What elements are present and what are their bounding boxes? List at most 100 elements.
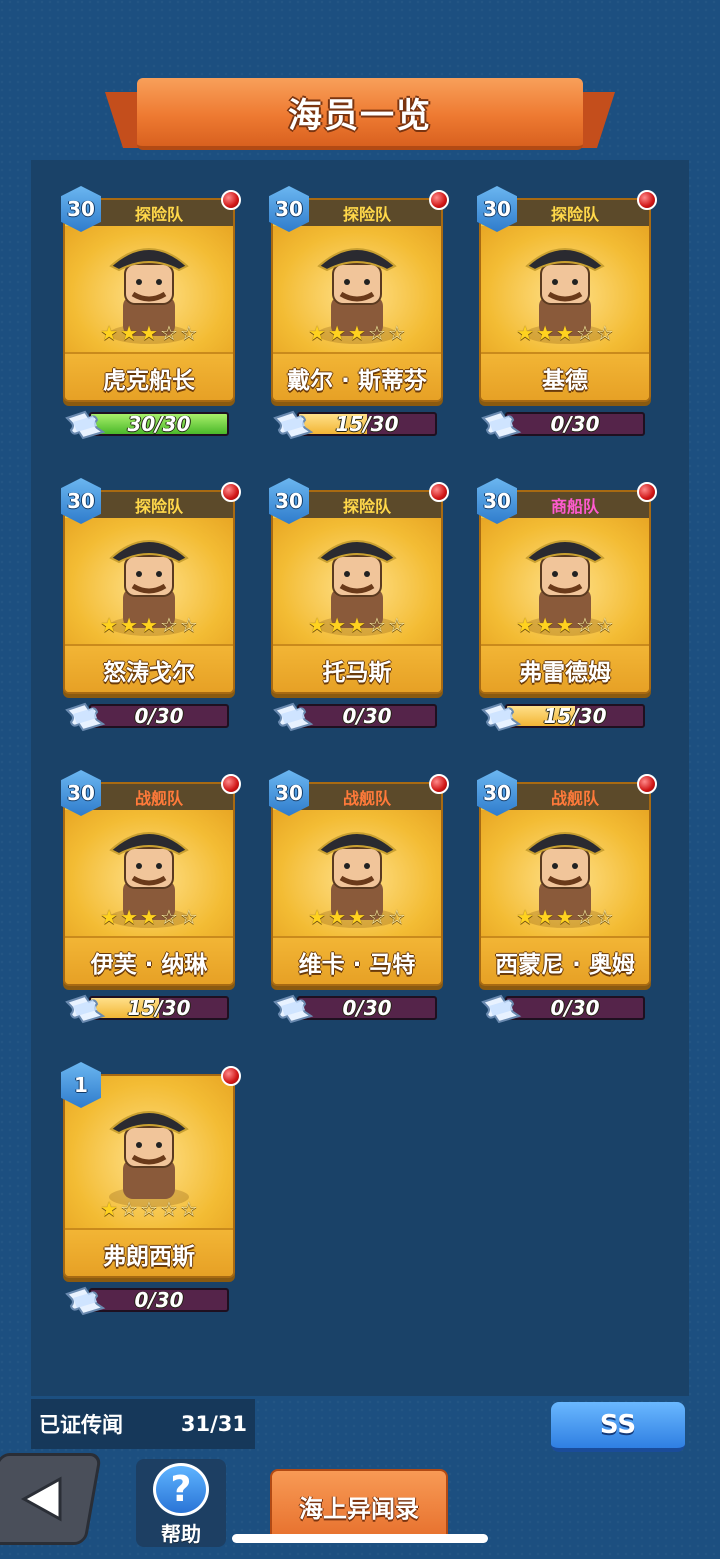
progress-bar: 0/30	[505, 996, 645, 1020]
empty-star-icon: ☆	[159, 613, 178, 637]
crew-card[interactable]: 战舰队 ★ ★ ★ ☆ ☆ 西蒙尼 · 奥姆 30 0/30	[477, 770, 657, 1024]
faction-text: 战舰队	[342, 789, 391, 808]
crew-card[interactable]: 探险队 ★ ★ ★ ☆ ☆ 虎克船长 30 30/30	[61, 186, 241, 440]
crew-card[interactable]: 战舰队 ★ ★ ★ ☆ ☆ 维卡 · 马特 30 0/30	[269, 770, 449, 1024]
filled-star-icon: ★	[556, 613, 574, 637]
progress-text: 15/30	[543, 704, 607, 728]
home-indicator[interactable]	[232, 1534, 488, 1543]
crew-card[interactable]: 战舰队 ★ ★ ★ ☆ ☆ 伊芙 · 纳琳 30 15/30	[61, 770, 241, 1024]
crew-card-frame: 战舰队 ★ ★ ★ ☆ ☆ 维卡 · 马特	[271, 782, 443, 986]
empty-star-icon: ☆	[387, 613, 406, 637]
puzzle-shard-icon	[273, 994, 314, 1024]
shard-progress: 0/30	[271, 700, 439, 732]
faction-text: 探险队	[342, 205, 391, 224]
filled-star-icon: ★	[100, 321, 119, 345]
progress-bar: 0/30	[89, 704, 229, 728]
empty-star-icon: ☆	[387, 321, 406, 345]
crew-card[interactable]: 商船队 ★ ★ ★ ☆ ☆ 弗雷德姆 30 15/30	[477, 478, 657, 732]
filled-star-icon: ★	[100, 1197, 119, 1221]
empty-star-icon: ☆	[367, 321, 386, 345]
back-arrow-icon	[20, 1476, 62, 1522]
faction-label: 探险队	[293, 492, 441, 518]
filled-star-icon: ★	[536, 613, 555, 637]
legend-label: 已证传闻	[39, 1413, 123, 1437]
star-rating: ★ ★ ★ ☆ ☆	[65, 906, 233, 928]
crew-card-frame: ★ ☆ ☆ ☆ ☆ 弗朗西斯	[63, 1074, 235, 1278]
filled-star-icon: ★	[120, 613, 139, 637]
shard-progress: 0/30	[271, 992, 439, 1024]
crew-card[interactable]: ★ ☆ ☆ ☆ ☆ 弗朗西斯 1 0/30	[61, 1062, 241, 1316]
back-button[interactable]	[0, 1453, 103, 1545]
crew-name: 伊芙 · 纳琳	[65, 936, 233, 984]
crew-name: 西蒙尼 · 奥姆	[481, 936, 649, 984]
puzzle-shard-icon	[65, 1286, 106, 1316]
empty-star-icon: ☆	[159, 905, 178, 929]
filled-star-icon: ★	[308, 613, 327, 637]
filled-star-icon: ★	[516, 613, 535, 637]
progress-bar: 0/30	[505, 412, 645, 436]
crew-card[interactable]: 探险队 ★ ★ ★ ☆ ☆ 怒涛戈尔 30 0/30	[61, 478, 241, 732]
help-button[interactable]: ? 帮助	[136, 1459, 226, 1547]
empty-star-icon: ☆	[575, 321, 594, 345]
shard-progress: 30/30	[63, 408, 231, 440]
puzzle-shard-icon	[273, 702, 314, 732]
sea-log-button[interactable]: 海上异闻录	[270, 1469, 448, 1543]
star-rating: ★ ☆ ☆ ☆ ☆	[65, 1198, 233, 1220]
faction-label: 战舰队	[85, 784, 233, 810]
puzzle-shard-icon	[273, 410, 314, 440]
star-rating: ★ ★ ★ ☆ ☆	[65, 322, 233, 344]
progress-text: 0/30	[550, 412, 600, 436]
notification-dot-icon	[429, 774, 449, 794]
faction-label: 商船队	[501, 492, 649, 518]
character-portrait-icon	[109, 1111, 189, 1207]
progress-text: 0/30	[134, 704, 184, 728]
sea-log-label: 海上异闻录	[299, 1494, 419, 1523]
shard-progress: 0/30	[63, 1284, 231, 1316]
filled-star-icon: ★	[120, 321, 139, 345]
progress-text: 15/30	[127, 996, 191, 1020]
faction-text: 战舰队	[550, 789, 599, 808]
progress-bar: 0/30	[89, 1288, 229, 1312]
faction-label: 战舰队	[293, 784, 441, 810]
empty-star-icon: ☆	[140, 1197, 158, 1221]
crew-panel: 探险队 ★ ★ ★ ☆ ☆ 虎克船长 30 30/30 探险队 ★ ★ ★ ☆ …	[31, 160, 689, 1396]
puzzle-shard-icon	[481, 994, 522, 1024]
star-rating: ★ ★ ★ ☆ ☆	[273, 906, 441, 928]
crew-card[interactable]: 探险队 ★ ★ ★ ☆ ☆ 基德 30 0/30	[477, 186, 657, 440]
crew-card[interactable]: 探险队 ★ ★ ★ ☆ ☆ 戴尔 · 斯蒂芬 30 15/30	[269, 186, 449, 440]
filled-star-icon: ★	[140, 321, 158, 345]
crew-name: 托马斯	[273, 644, 441, 692]
filled-star-icon: ★	[308, 905, 327, 929]
puzzle-shard-icon	[65, 994, 106, 1024]
shard-progress: 0/30	[479, 408, 647, 440]
notification-dot-icon	[637, 482, 657, 502]
crew-card[interactable]: 探险队 ★ ★ ★ ☆ ☆ 托马斯 30 0/30	[269, 478, 449, 732]
progress-bar: 15/30	[89, 996, 229, 1020]
filled-star-icon: ★	[348, 321, 366, 345]
puzzle-shard-icon	[481, 702, 522, 732]
crew-name: 弗朗西斯	[65, 1228, 233, 1276]
filled-star-icon: ★	[328, 321, 347, 345]
star-rating: ★ ★ ★ ☆ ☆	[273, 614, 441, 636]
empty-star-icon: ☆	[367, 905, 386, 929]
star-rating: ★ ★ ★ ☆ ☆	[481, 906, 649, 928]
progress-bar: 0/30	[297, 704, 437, 728]
puzzle-shard-icon	[481, 410, 522, 440]
crew-card-frame: 战舰队 ★ ★ ★ ☆ ☆ 伊芙 · 纳琳	[63, 782, 235, 986]
empty-star-icon: ☆	[367, 613, 386, 637]
notification-dot-icon	[221, 774, 241, 794]
faction-label: 探险队	[85, 200, 233, 226]
faction-text: 探险队	[134, 497, 183, 516]
empty-star-icon: ☆	[179, 905, 198, 929]
faction-label: 战舰队	[501, 784, 649, 810]
crew-name: 维卡 · 马特	[273, 936, 441, 984]
faction-label: 探险队	[501, 200, 649, 226]
ss-button[interactable]: SS	[551, 1402, 685, 1452]
filled-star-icon: ★	[556, 905, 574, 929]
crew-card-frame: 探险队 ★ ★ ★ ☆ ☆ 怒涛戈尔	[63, 490, 235, 694]
progress-bar: 15/30	[297, 412, 437, 436]
empty-star-icon: ☆	[179, 321, 198, 345]
crew-card-frame: 探险队 ★ ★ ★ ☆ ☆ 戴尔 · 斯蒂芬	[271, 198, 443, 402]
shard-progress: 15/30	[271, 408, 439, 440]
legend-count: 31/31	[180, 1412, 247, 1436]
